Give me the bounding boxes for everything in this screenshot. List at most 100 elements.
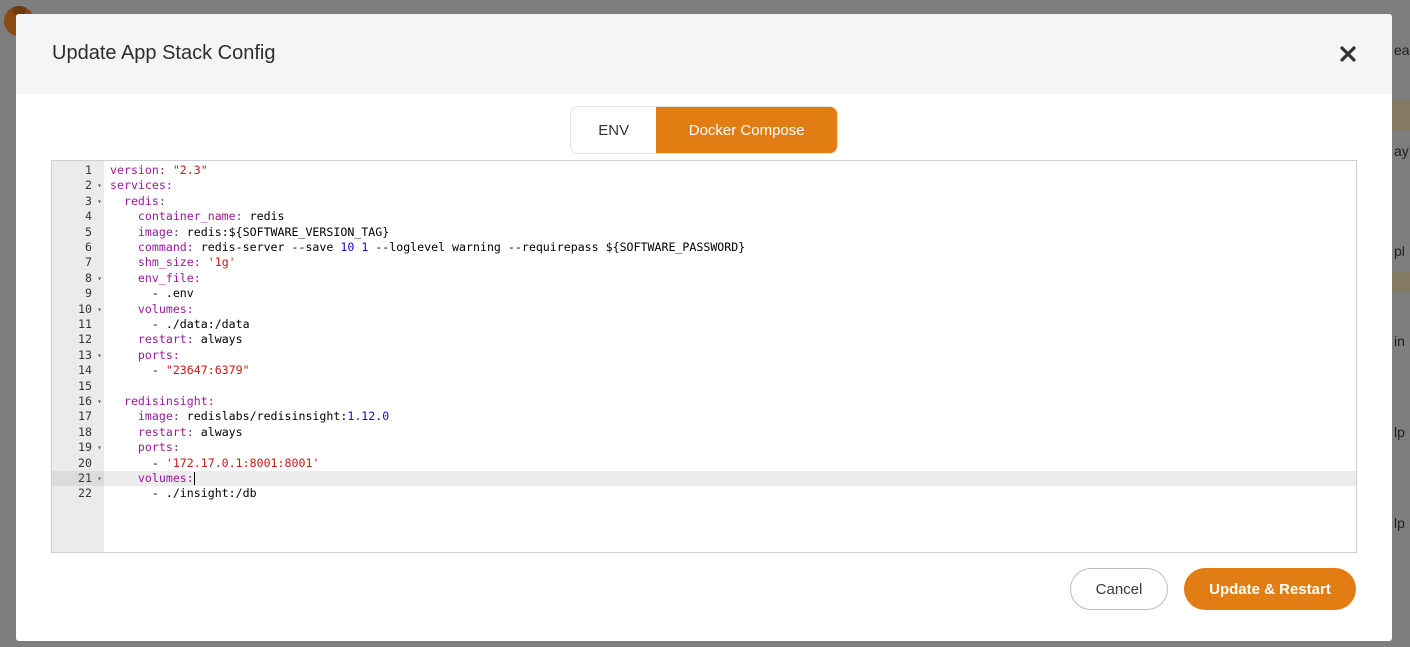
line-number: 2 ▾ [52,178,104,193]
code-line[interactable]: ports: [104,348,1356,363]
background-label: in [1394,333,1405,349]
line-number: 21 ▾ [52,471,104,487]
code-line[interactable]: volumes: [104,302,1356,317]
code-line[interactable]: services: [104,178,1356,193]
fold-toggle-icon[interactable]: ▾ [97,302,102,317]
fold-toggle-icon[interactable]: ▾ [97,194,102,209]
code-line[interactable]: ports: [104,440,1356,455]
code-token: "2.3" [172,163,208,177]
code-token: - .env [110,286,194,301]
fold-toggle-icon[interactable]: ▾ [97,178,102,193]
line-number: 22 [52,486,104,501]
line-number: 1 [52,163,104,178]
code-line[interactable]: redis: [104,194,1356,209]
code-token: redis-server --save [200,240,341,254]
line-number-text: 12 [78,332,92,347]
code-line[interactable]: version: "2.3" [104,163,1356,178]
background-row-strip [1392,272,1410,292]
code-token: redis [249,209,285,224]
modal-header: Update App Stack Config [16,14,1392,94]
code-line[interactable]: - ./data:/data [104,317,1356,332]
line-number-text: 8 [85,270,92,285]
tab-docker-compose[interactable]: Docker Compose [656,107,837,153]
config-tabs: ENV Docker Compose [570,106,838,154]
line-number: 3 ▾ [52,194,104,209]
line-number: 5 [52,225,104,240]
line-number: 14 [52,363,104,378]
modal-title: Update App Stack Config [52,42,276,64]
text-cursor [193,472,195,485]
code-token: --loglevel warning --requirepass ${SOFTW… [368,240,746,254]
line-number: 13 ▾ [52,348,104,363]
code-token: volumes: [137,471,194,485]
code-line[interactable] [104,379,1356,394]
fold-toggle-icon[interactable]: ▾ [97,348,102,363]
code-token: 10 [340,240,355,254]
fold-toggle-icon[interactable]: ▾ [97,271,102,286]
code-line[interactable]: image: redislabs/redisinsight:1.12.0 [104,409,1356,424]
code-line[interactable]: - '172.17.0.1:8001:8001' [104,456,1356,471]
code-line[interactable]: image: redis:${SOFTWARE_VERSION_TAG} [104,225,1356,240]
line-number: 4 [52,209,104,224]
code-line[interactable]: - "23647:6379" [104,363,1356,378]
line-number-text: 13 [78,347,92,362]
fold-toggle-icon[interactable]: ▾ [97,440,102,455]
code-line[interactable]: restart: always [104,425,1356,440]
line-number: 8 ▾ [52,271,104,286]
code-token: redis: [123,193,166,208]
code-token: image: [137,224,187,239]
line-number-text: 6 [85,240,92,254]
code-line[interactable]: env_file: [104,271,1356,286]
code-token: '1g' [207,255,236,270]
update-restart-button[interactable]: Update & Restart [1184,568,1356,610]
code-area[interactable]: version: "2.3" services: redis: container… [104,161,1356,552]
code-token: - [110,363,166,378]
code-line[interactable]: - ./insight:/db [104,486,1356,501]
code-line[interactable]: restart: always [104,332,1356,347]
line-number: 12 [52,332,104,347]
line-number-text: 14 [78,363,92,378]
line-number-text: 2 [85,178,92,193]
line-number-text: 15 [78,378,92,393]
line-number-text: 3 [85,193,92,208]
code-token: redislabs/redisinsight: [186,409,348,424]
code-line[interactable]: command: redis-server --save 10 1 --logl… [104,240,1356,255]
line-number-text: 7 [85,255,92,270]
code-token: - [110,455,166,470]
background-label: ead [1394,42,1410,58]
background-row-strip [1392,100,1410,130]
code-line[interactable]: redisinsight: [104,394,1356,409]
code-line[interactable]: - .env [104,286,1356,301]
code-token: ports: [137,347,180,362]
fold-toggle-icon[interactable]: ▾ [97,471,102,486]
code-line[interactable]: container_name: redis [104,209,1356,224]
code-editor[interactable]: 1 2 ▾ 3 ▾ 4 5 6 7 8 ▾ 9 10 ▾ 11 12 13 ▾ 14 15 16 ▾ 17 18 19 ▾ 20 21… [51,160,1357,553]
line-number-gutter: 1 2 ▾ 3 ▾ 4 5 6 7 8 ▾ 9 10 ▾ 11 12 13 ▾ 14 15 16 ▾ 17 18 19 ▾ 20 21… [52,161,104,552]
code-line[interactable]: volumes: [104,471,1356,487]
code-token: redis:${SOFTWARE_VERSION_TAG} [186,224,390,239]
cancel-button[interactable]: Cancel [1070,568,1168,610]
code-token: container_name: [137,209,250,224]
code-line[interactable]: shm_size: '1g' [104,255,1356,270]
tab-env[interactable]: ENV [571,107,657,153]
code-token: always [200,424,243,439]
line-number: 19 ▾ [52,440,104,455]
code-token: env_file: [137,270,201,285]
line-number: 11 [52,317,104,332]
line-number-text: 16 [78,394,92,408]
line-number-text: 4 [85,209,92,224]
fold-toggle-icon[interactable]: ▾ [97,394,102,409]
code-token: image: [137,409,187,424]
line-number: 7 [52,255,104,270]
line-number-text: 19 [78,440,92,455]
close-button[interactable] [1334,40,1362,68]
line-number-text: 10 [78,301,92,316]
